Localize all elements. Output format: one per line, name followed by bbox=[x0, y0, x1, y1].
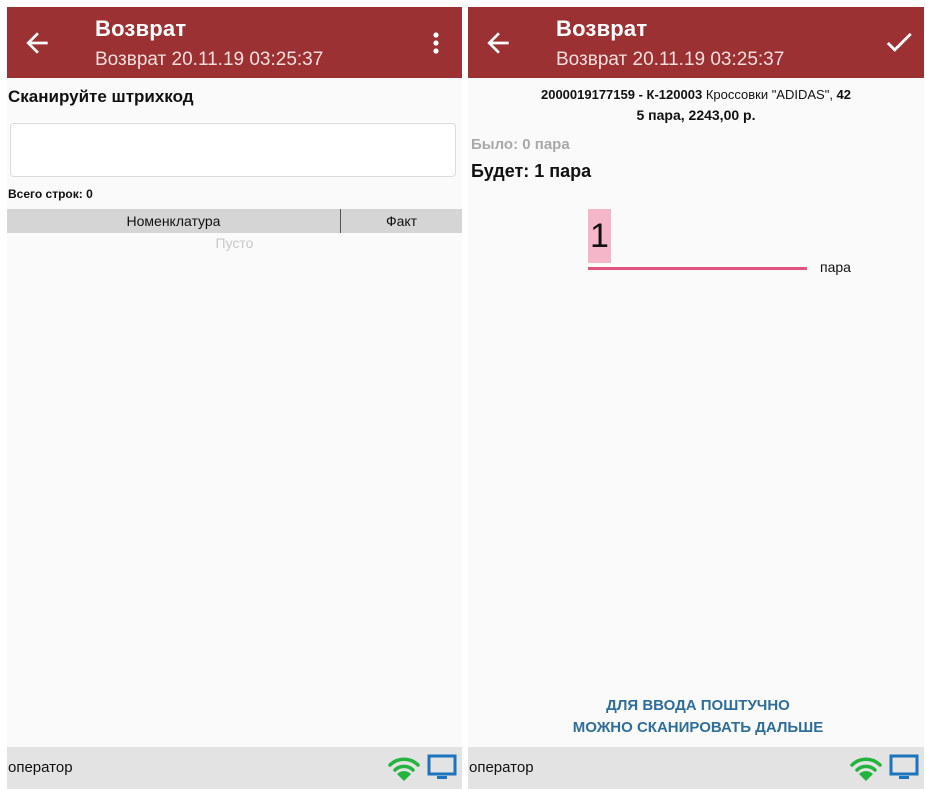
page-subtitle: Возврат 20.11.19 03:25:37 bbox=[556, 49, 785, 70]
monitor-icon bbox=[427, 754, 457, 779]
product-separator: - bbox=[634, 87, 647, 102]
page-title: Возврат bbox=[95, 16, 187, 41]
unit-label: пара bbox=[820, 259, 851, 275]
barcode-input[interactable] bbox=[10, 123, 456, 177]
quantity-screen: Возврат Возврат 20.11.19 03:25:37 200001… bbox=[468, 7, 924, 789]
product-summary: 5 пара, 2243,00 р. bbox=[636, 107, 756, 123]
product-info: 2000019177159 - К-120003 Кроссовки "ADID… bbox=[468, 85, 924, 125]
quantity-underline bbox=[588, 267, 807, 270]
operator-label: оператор bbox=[8, 759, 73, 776]
product-article: К-120003 bbox=[646, 87, 703, 102]
app-bar: Возврат Возврат 20.11.19 03:25:37 bbox=[7, 7, 462, 78]
check-icon[interactable] bbox=[880, 25, 918, 59]
quantity-input[interactable]: 1 bbox=[588, 209, 807, 270]
empty-table-text: Пусто bbox=[215, 235, 254, 251]
scan-screen: Возврат Возврат 20.11.19 03:25:37 Сканир… bbox=[7, 7, 462, 789]
back-arrow-icon[interactable] bbox=[21, 27, 53, 59]
hint-line-1: ДЛЯ ВВОДА ПОШТУЧНО bbox=[606, 697, 790, 714]
more-vert-icon[interactable] bbox=[424, 27, 448, 59]
will-quantity: Будет: 1 пара bbox=[471, 161, 592, 181]
hint-line-2: МОЖНО СКАНИРОВАТЬ ДАЛЬШЕ bbox=[572, 719, 824, 736]
back-arrow-icon[interactable] bbox=[482, 27, 514, 59]
product-barcode: 2000019177159 bbox=[540, 87, 635, 102]
page-subtitle: Возврат 20.11.19 03:25:37 bbox=[95, 49, 324, 70]
was-quantity: Было: 0 пара bbox=[471, 136, 570, 153]
wifi-icon bbox=[850, 757, 882, 781]
product-line: 2000019177159 - К-120003 Кроссовки "ADID… bbox=[468, 85, 924, 105]
product-size: 42 bbox=[836, 87, 852, 102]
monitor-icon bbox=[889, 754, 919, 779]
app-bar: Возврат Возврат 20.11.19 03:25:37 bbox=[468, 7, 924, 78]
scan-label: Сканируйте штрихкод bbox=[8, 87, 194, 106]
column-fact[interactable]: Факт bbox=[341, 209, 462, 233]
status-bar: оператор bbox=[7, 747, 462, 789]
table-header: Номенклатура Факт bbox=[7, 209, 462, 233]
operator-label: оператор bbox=[469, 759, 534, 776]
page-title: Возврат bbox=[556, 16, 648, 41]
product-name: Кроссовки "ADIDAS", bbox=[702, 87, 837, 102]
status-bar: оператор bbox=[468, 747, 924, 789]
column-nomenclature[interactable]: Номенклатура bbox=[7, 209, 341, 233]
total-rows-label: Всего строк: 0 bbox=[8, 187, 93, 201]
wifi-icon bbox=[388, 757, 420, 781]
quantity-value[interactable]: 1 bbox=[590, 217, 609, 256]
scan-hint: ДЛЯ ВВОДА ПОШТУЧНО МОЖНО СКАНИРОВАТЬ ДАЛ… bbox=[468, 695, 924, 739]
